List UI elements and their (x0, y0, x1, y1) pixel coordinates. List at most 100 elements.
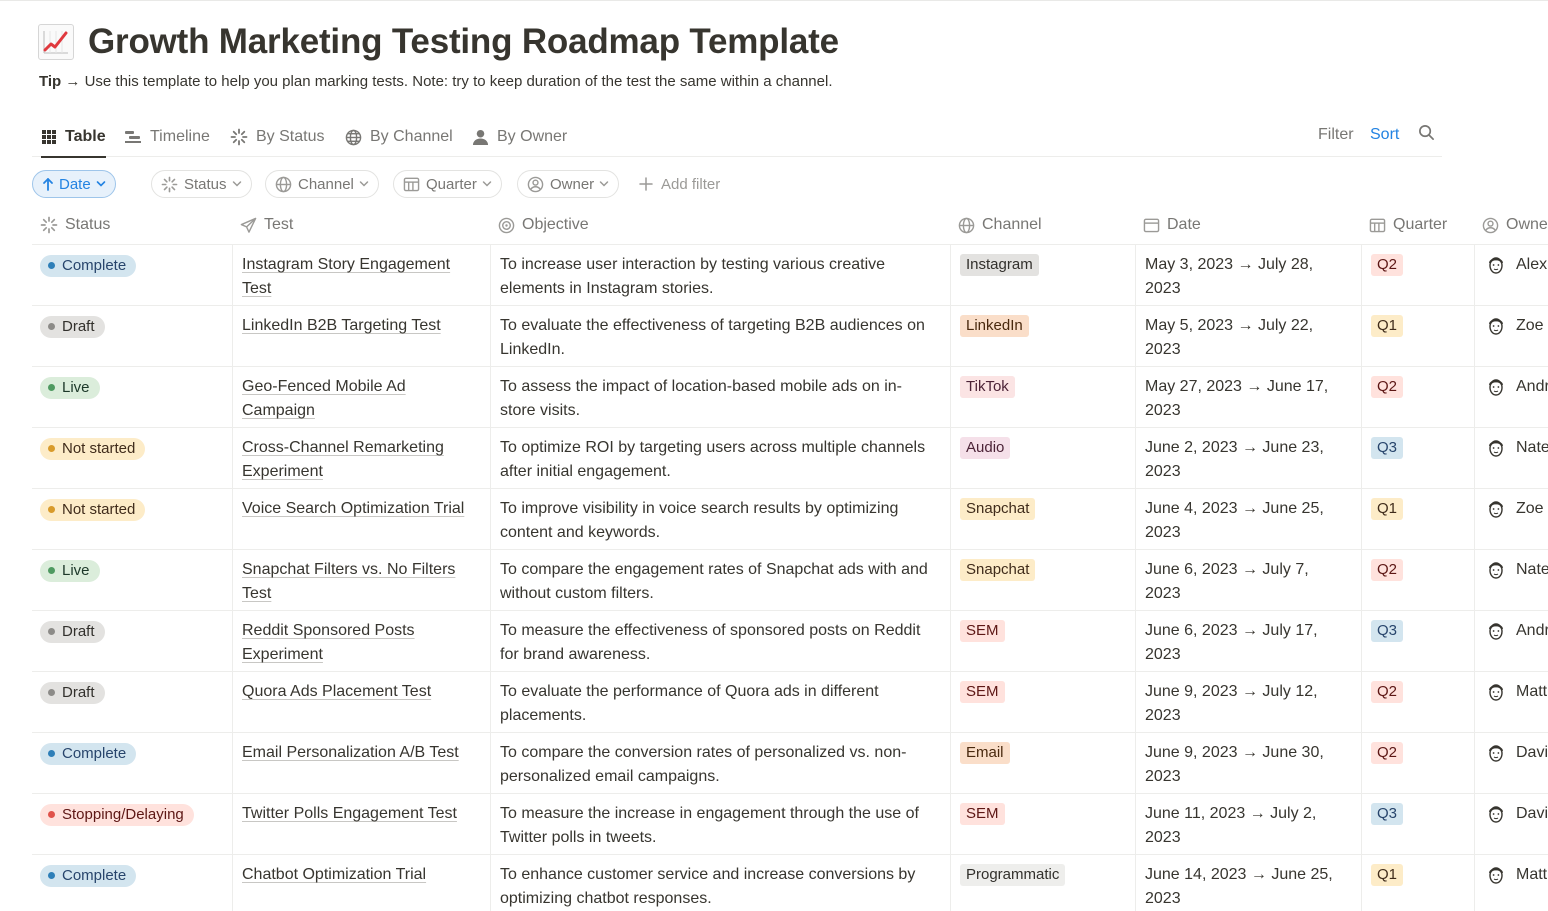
test-title-line-1[interactable]: Instagram Story Engagement (242, 256, 450, 273)
test-title-line-1[interactable]: Email Personalization A/B Test (242, 744, 459, 761)
table-row[interactable]: Complete Chatbot Optimization Trial To e… (32, 855, 1548, 911)
status-cell[interactable]: Complete (32, 245, 232, 306)
test-title-line-1[interactable]: Twitter Polls Engagement Test (242, 805, 457, 822)
objective-cell[interactable]: To assess the impact of location-based m… (490, 367, 950, 428)
date-cell[interactable]: June 2, 2023 → June 23, 2023 (1135, 428, 1361, 489)
channel-cell[interactable]: SEM (950, 672, 1135, 733)
filter-chip-status[interactable]: Status (151, 170, 252, 198)
status-cell[interactable]: Complete (32, 733, 232, 794)
column-header-objective[interactable]: Objective (490, 205, 949, 245)
objective-cell[interactable]: To increase user interaction by testing … (490, 245, 950, 306)
quarter-cell[interactable]: Q1 (1361, 489, 1474, 550)
date-cell[interactable]: June 6, 2023 → July 17, 2023 (1135, 611, 1361, 672)
owner-cell[interactable]: Andr (1474, 611, 1548, 672)
add-filter-button[interactable]: Add filter (639, 170, 720, 198)
channel-cell[interactable]: SEM (950, 794, 1135, 855)
filter-chip-owner[interactable]: Owner (517, 170, 620, 198)
quarter-cell[interactable]: Q1 (1361, 306, 1474, 367)
channel-cell[interactable]: Snapchat (950, 550, 1135, 611)
test-title-line-2[interactable]: Test (242, 280, 271, 297)
objective-cell[interactable]: To compare the engagement rates of Snapc… (490, 550, 950, 611)
test-cell[interactable]: Instagram Story Engagement Test (232, 245, 490, 306)
sort-button[interactable]: Sort (1370, 117, 1399, 153)
owner-cell[interactable]: Zoe L (1474, 489, 1548, 550)
owner-cell[interactable]: Davic (1474, 733, 1548, 794)
owner-cell[interactable]: Zoe L (1474, 306, 1548, 367)
test-title-line-1[interactable]: Chatbot Optimization Trial (242, 866, 426, 883)
quarter-cell[interactable]: Q2 (1361, 672, 1474, 733)
objective-cell[interactable]: To optimize ROI by targeting users acros… (490, 428, 950, 489)
test-cell[interactable]: LinkedIn B2B Targeting Test (232, 306, 490, 367)
objective-cell[interactable]: To improve visibility in voice search re… (490, 489, 950, 550)
date-cell[interactable]: June 9, 2023 → June 30, 2023 (1135, 733, 1361, 794)
tab-table[interactable]: Table (41, 117, 106, 158)
table-row[interactable]: Live Geo-Fenced Mobile Ad Campaign To as… (32, 367, 1548, 428)
channel-cell[interactable]: Audio (950, 428, 1135, 489)
channel-cell[interactable]: TikTok (950, 367, 1135, 428)
test-title-line-1[interactable]: Cross-Channel Remarketing (242, 439, 444, 456)
sort-chip-date[interactable]: Date (32, 170, 116, 198)
channel-cell[interactable]: Snapchat (950, 489, 1135, 550)
test-cell[interactable]: Quora Ads Placement Test (232, 672, 490, 733)
tab-by-channel[interactable]: By Channel (345, 117, 453, 157)
test-title-line-2[interactable]: Test (242, 585, 271, 602)
test-title-line-2[interactable]: Campaign (242, 402, 315, 419)
test-cell[interactable]: Cross-Channel Remarketing Experiment (232, 428, 490, 489)
quarter-cell[interactable]: Q1 (1361, 855, 1474, 911)
channel-cell[interactable]: Programmatic (950, 855, 1135, 911)
tab-by-status[interactable]: By Status (230, 117, 324, 157)
column-header-test[interactable]: Test (232, 205, 489, 245)
quarter-cell[interactable]: Q3 (1361, 428, 1474, 489)
owner-cell[interactable]: Andr (1474, 367, 1548, 428)
owner-cell[interactable]: Nate (1474, 428, 1548, 489)
objective-cell[interactable]: To evaluate the performance of Quora ads… (490, 672, 950, 733)
status-cell[interactable]: Live (32, 367, 232, 428)
objective-cell[interactable]: To evaluate the effectiveness of targeti… (490, 306, 950, 367)
date-cell[interactable]: May 27, 2023 → June 17, 2023 (1135, 367, 1361, 428)
table-row[interactable]: Not started Cross-Channel Remarketing Ex… (32, 428, 1548, 489)
column-header-channel[interactable]: Channel (950, 205, 1134, 245)
table-row[interactable]: Draft Quora Ads Placement Test To evalua… (32, 672, 1548, 733)
status-cell[interactable]: Complete (32, 855, 232, 911)
quarter-cell[interactable]: Q3 (1361, 794, 1474, 855)
test-cell[interactable]: Snapchat Filters vs. No Filters Test (232, 550, 490, 611)
quarter-cell[interactable]: Q2 (1361, 367, 1474, 428)
tab-timeline[interactable]: Timeline (124, 117, 210, 157)
channel-cell[interactable]: Instagram (950, 245, 1135, 306)
table-row[interactable]: Draft LinkedIn B2B Targeting Test To eva… (32, 306, 1548, 367)
test-title-line-1[interactable]: LinkedIn B2B Targeting Test (242, 317, 441, 334)
status-cell[interactable]: Draft (32, 611, 232, 672)
column-header-status[interactable]: Status (32, 205, 231, 245)
table-row[interactable]: Complete Instagram Story Engagement Test… (32, 245, 1548, 306)
test-title-line-1[interactable]: Geo-Fenced Mobile Ad (242, 378, 406, 395)
objective-cell[interactable]: To compare the conversion rates of perso… (490, 733, 950, 794)
owner-cell[interactable]: Matt (1474, 672, 1548, 733)
test-cell[interactable]: Reddit Sponsored Posts Experiment (232, 611, 490, 672)
objective-cell[interactable]: To measure the effectiveness of sponsore… (490, 611, 950, 672)
date-cell[interactable]: June 4, 2023 → June 25, 2023 (1135, 489, 1361, 550)
column-header-quarter[interactable]: Quarter (1361, 205, 1473, 245)
date-cell[interactable]: June 14, 2023 → June 25, 2023 (1135, 855, 1361, 911)
test-cell[interactable]: Geo-Fenced Mobile Ad Campaign (232, 367, 490, 428)
channel-cell[interactable]: Email (950, 733, 1135, 794)
quarter-cell[interactable]: Q2 (1361, 733, 1474, 794)
test-title-line-1[interactable]: Snapchat Filters vs. No Filters (242, 561, 455, 578)
objective-cell[interactable]: To measure the increase in engagement th… (490, 794, 950, 855)
column-header-owner[interactable]: Owne (1474, 205, 1548, 245)
owner-cell[interactable]: Davic (1474, 794, 1548, 855)
quarter-cell[interactable]: Q3 (1361, 611, 1474, 672)
status-cell[interactable]: Not started (32, 489, 232, 550)
filter-chip-channel[interactable]: Channel (265, 170, 379, 198)
objective-cell[interactable]: To enhance customer service and increase… (490, 855, 950, 911)
search-button[interactable] (1418, 117, 1435, 153)
test-title-line-1[interactable]: Quora Ads Placement Test (242, 683, 431, 700)
status-cell[interactable]: Live (32, 550, 232, 611)
test-title-line-1[interactable]: Reddit Sponsored Posts (242, 622, 415, 639)
table-row[interactable]: Complete Email Personalization A/B Test … (32, 733, 1548, 794)
test-cell[interactable]: Chatbot Optimization Trial (232, 855, 490, 911)
date-cell[interactable]: June 6, 2023 → July 7, 2023 (1135, 550, 1361, 611)
quarter-cell[interactable]: Q2 (1361, 245, 1474, 306)
date-cell[interactable]: June 11, 2023 → July 2, 2023 (1135, 794, 1361, 855)
filter-chip-quarter[interactable]: Quarter (393, 170, 502, 198)
column-header-date[interactable]: Date (1135, 205, 1360, 245)
